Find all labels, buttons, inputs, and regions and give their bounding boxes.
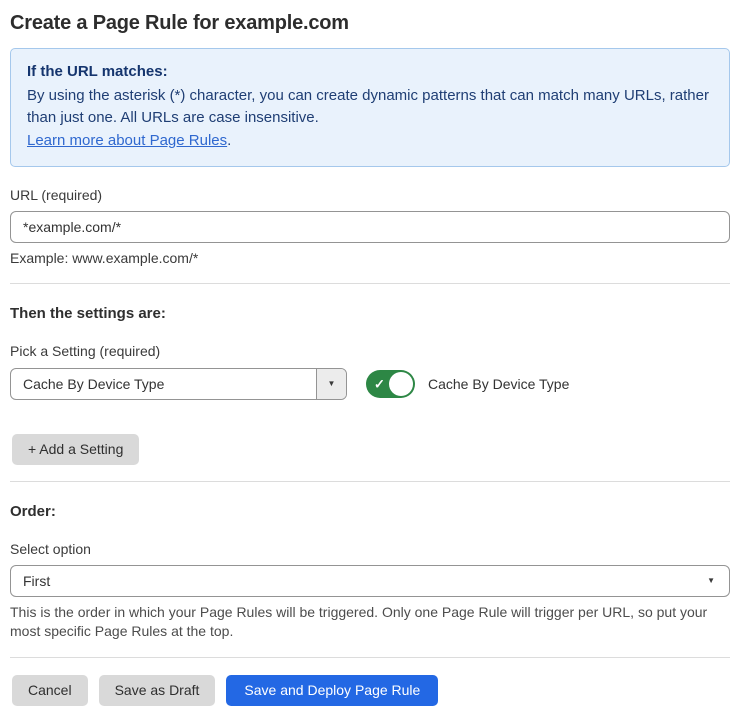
- info-box-link-line: Learn more about Page Rules.: [27, 130, 713, 152]
- setting-dropdown-value: Cache By Device Type: [11, 376, 316, 392]
- toggle-knob: [389, 372, 413, 396]
- setting-row: Cache By Device Type ▼ ✓ Cache By Device…: [10, 368, 730, 400]
- save-as-draft-button[interactable]: Save as Draft: [99, 675, 216, 706]
- order-select[interactable]: First ▼: [10, 565, 730, 597]
- url-input[interactable]: [10, 211, 730, 243]
- setting-dropdown[interactable]: Cache By Device Type ▼: [10, 368, 347, 400]
- add-setting-row: + Add a Setting: [12, 434, 730, 465]
- add-setting-button[interactable]: + Add a Setting: [12, 434, 139, 465]
- settings-section-heading: Then the settings are:: [10, 304, 730, 323]
- order-section-heading: Order:: [10, 502, 730, 521]
- url-example-helper: Example: www.example.com/*: [10, 250, 730, 267]
- pick-setting-label: Pick a Setting (required): [10, 343, 730, 360]
- chevron-down-icon: ▼: [707, 577, 715, 585]
- toggle-label: Cache By Device Type: [428, 376, 569, 392]
- url-match-info-box: If the URL matches: By using the asteris…: [10, 48, 730, 167]
- setting-dropdown-arrow-button[interactable]: ▼: [316, 369, 346, 399]
- info-box-body: By using the asterisk (*) character, you…: [27, 85, 713, 129]
- cancel-button[interactable]: Cancel: [12, 675, 88, 706]
- check-icon: ✓: [374, 378, 385, 391]
- create-page-rule-form: Create a Page Rule for example.com If th…: [0, 0, 750, 706]
- section-divider: [10, 481, 730, 482]
- section-divider: [10, 283, 730, 284]
- learn-more-link[interactable]: Learn more about Page Rules: [27, 132, 227, 149]
- select-option-label: Select option: [10, 541, 730, 558]
- footer-actions: Cancel Save as Draft Save and Deploy Pag…: [12, 675, 730, 706]
- section-divider: [10, 657, 730, 658]
- cache-by-device-type-toggle[interactable]: ✓: [366, 370, 415, 398]
- order-select-value: First: [23, 573, 707, 589]
- chevron-down-icon: ▼: [328, 380, 336, 388]
- url-label: URL (required): [10, 187, 730, 204]
- link-suffix: .: [227, 132, 231, 149]
- info-box-heading: If the URL matches:: [27, 61, 713, 82]
- page-title: Create a Page Rule for example.com: [10, 10, 730, 36]
- order-helper-text: This is the order in which your Page Rul…: [10, 603, 720, 641]
- save-and-deploy-button[interactable]: Save and Deploy Page Rule: [226, 675, 438, 706]
